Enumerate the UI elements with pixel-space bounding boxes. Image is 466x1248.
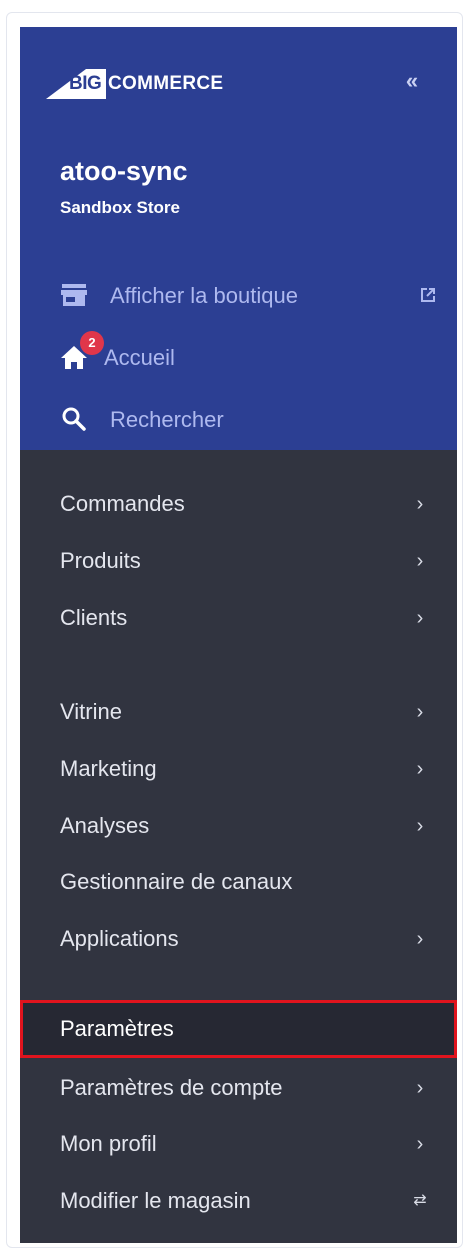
chevron-right-icon: › — [416, 928, 424, 950]
sidebar: BIG COMMERCE « atoo-sync Sandbox Store A… — [20, 27, 457, 1243]
bigcommerce-logo[interactable]: BIG COMMERCE — [46, 67, 266, 101]
nav-item-my-profile[interactable]: Mon profil › — [20, 1118, 457, 1170]
sidebar-header: BIG COMMERCE « atoo-sync Sandbox Store A… — [20, 27, 457, 450]
chevron-right-icon: › — [416, 758, 424, 780]
nav-item-switch-store[interactable]: Modifier le magasin ⇄ — [20, 1175, 457, 1227]
nav-item-apps[interactable]: Applications › — [20, 913, 457, 965]
nav-item-customers[interactable]: Clients › — [20, 592, 457, 644]
nav-item-label: Commandes — [60, 491, 185, 516]
switch-arrows-icon: ⇄ — [413, 1192, 427, 1209]
nav-item-label: Analyses — [60, 813, 150, 838]
collapse-sidebar-button[interactable]: « — [397, 67, 427, 95]
home-label: Accueil — [104, 345, 175, 370]
nav-item-label: Vitrine — [60, 699, 122, 724]
notification-badge: 2 — [80, 331, 104, 355]
search-link[interactable]: Rechercher — [60, 399, 440, 439]
nav-item-label: Mon profil — [60, 1131, 157, 1156]
chevron-right-icon: › — [416, 701, 424, 723]
view-storefront-link[interactable]: Afficher la boutique — [60, 275, 440, 315]
chevron-right-icon: › — [416, 550, 424, 572]
store-name: atoo-sync — [60, 156, 188, 186]
nav-item-account-settings[interactable]: Paramètres de compte › — [20, 1062, 457, 1114]
external-link-icon — [421, 288, 435, 302]
nav-item-label: Modifier le magasin — [60, 1188, 251, 1213]
chevron-right-icon: › — [416, 493, 424, 515]
sidebar-nav: Commandes › Produits › Clients › Vitrine… — [20, 450, 457, 1243]
nav-item-label: Applications — [60, 926, 179, 951]
nav-item-storefront[interactable]: Vitrine › — [20, 686, 457, 738]
nav-item-orders[interactable]: Commandes › — [20, 478, 457, 530]
search-label: Rechercher — [110, 407, 224, 432]
chevron-right-icon: › — [416, 1133, 424, 1155]
nav-item-label: Gestionnaire de canaux — [60, 869, 293, 894]
chevron-right-icon: › — [416, 815, 424, 837]
storefront-icon — [61, 284, 87, 306]
logo-big-text: BIG — [69, 73, 102, 94]
chevron-right-icon: › — [416, 607, 424, 629]
nav-item-products[interactable]: Produits › — [20, 535, 457, 587]
logo-commerce-text: COMMERCE — [108, 73, 224, 94]
nav-item-label: Paramètres — [60, 1016, 174, 1041]
nav-item-settings[interactable]: Paramètres — [20, 1000, 457, 1058]
nav-item-label: Clients — [60, 605, 128, 630]
chevron-right-icon: › — [416, 1077, 424, 1099]
nav-item-channel-manager[interactable]: Gestionnaire de canaux — [20, 856, 457, 908]
search-icon — [62, 407, 86, 431]
nav-item-label: Produits — [60, 548, 141, 573]
nav-item-analytics[interactable]: Analyses › — [20, 800, 457, 852]
nav-item-marketing[interactable]: Marketing › — [20, 743, 457, 795]
view-storefront-label: Afficher la boutique — [110, 283, 298, 308]
nav-item-label: Marketing — [60, 756, 157, 781]
nav-item-label: Paramètres de compte — [60, 1075, 283, 1100]
store-type: Sandbox Store — [60, 198, 180, 217]
home-link[interactable]: 2 Accueil — [60, 331, 440, 377]
